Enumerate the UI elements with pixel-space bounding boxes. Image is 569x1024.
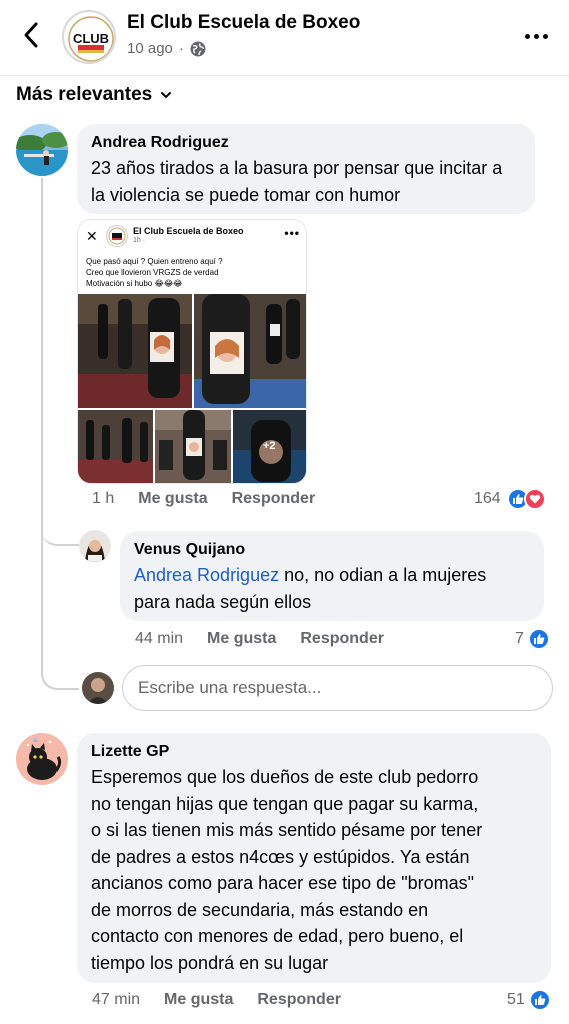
reply-time[interactable]: 44 min — [135, 630, 183, 648]
comment-author[interactable]: Andrea Rodriguez — [91, 134, 521, 152]
current-user-avatar — [82, 672, 114, 704]
comment-actions: 1 h Me gusta Responder — [92, 490, 315, 508]
avatar[interactable] — [16, 733, 68, 785]
attachment-photo — [78, 410, 153, 483]
comment-line: contacto con menores de edad, pero bueno… — [91, 926, 464, 946]
thread-branch-input — [41, 500, 79, 690]
like-button[interactable]: Me gusta — [207, 630, 276, 648]
avatar[interactable] — [79, 530, 111, 562]
attachment-page-name: El Club Escuela de Boxeo — [133, 226, 244, 236]
reaction-count: 51 — [507, 991, 525, 1008]
reply-author[interactable]: Venus Quijano — [134, 541, 530, 559]
more-photos-count: +2 — [263, 440, 276, 452]
avatar[interactable] — [16, 124, 68, 176]
comment-text: 23 años tirados a la basura por pensar q… — [91, 158, 503, 205]
comment-line: no tengan hijas que tengan que pagar su … — [91, 793, 479, 814]
chevron-left-icon — [24, 22, 38, 48]
meta-dot: · — [178, 40, 184, 57]
love-reaction-icon — [523, 488, 546, 510]
attachment-logo — [106, 225, 128, 247]
reaction-summary[interactable]: 51 — [507, 989, 551, 1011]
reply-text: Andrea Rodriguez no, no odian a la mujer… — [134, 562, 530, 615]
mention-link[interactable]: Andrea Rodriguez — [134, 565, 279, 585]
comment-text: Esperemos que los dueños de este club pe… — [91, 764, 537, 976]
reply-bubble[interactable]: Venus Quijano Andrea Rodriguez no, no od… — [120, 531, 544, 621]
reaction-summary[interactable]: 164 — [474, 488, 546, 510]
more-dots-icon — [524, 33, 530, 39]
reply-button[interactable]: Responder — [300, 630, 384, 648]
attachment-photo — [78, 294, 192, 408]
post-meta: 10 ago · — [127, 40, 206, 57]
reply-input-placeholder: Escribe una respuesta... — [138, 678, 322, 697]
like-button[interactable]: Me gusta — [138, 490, 207, 508]
attachment-line: Creo que llovieron VRGZS de verdad — [86, 268, 219, 277]
post-header: CLUB El Club Escuela de Boxeo 10 ago · — [0, 0, 569, 76]
attachment-more-icon: ••• — [284, 226, 300, 240]
back-button[interactable] — [14, 18, 48, 52]
like-reaction-icon — [528, 989, 551, 1011]
comment-time[interactable]: 1 h — [92, 490, 114, 508]
comment-attachment-image[interactable]: ✕ El Club Escuela de Boxeo 1h · ••• Que … — [77, 219, 307, 484]
close-icon: ✕ — [86, 228, 98, 244]
page-logo[interactable]: CLUB — [62, 10, 116, 64]
comment-line: o si las tienen mis más sentido pésame p… — [91, 820, 483, 840]
sort-label: Más relevantes — [16, 84, 153, 105]
reply-button[interactable]: Responder — [232, 490, 316, 508]
comment-line: ancianos como para hacer ese tipo de "br… — [91, 873, 474, 893]
reply-input[interactable]: Escribe una respuesta... — [122, 665, 553, 711]
attachment-line: Motivación si hubo 😂😂😂 — [86, 279, 183, 288]
like-reaction-icon — [527, 628, 550, 650]
comment-bubble[interactable]: Andrea Rodriguez 23 años tirados a la ba… — [77, 124, 535, 214]
reaction-count: 7 — [515, 630, 524, 647]
like-button[interactable]: Me gusta — [164, 991, 233, 1009]
reply-button[interactable]: Responder — [257, 991, 341, 1009]
attachment-photo — [155, 410, 231, 483]
chevron-down-icon — [161, 92, 172, 99]
comment-line: de morros de secundaria, más estando en — [91, 899, 429, 920]
attachment-header: ✕ El Club Escuela de Boxeo 1h · ••• — [78, 220, 306, 250]
comment-line: de padres a estos n4cœs y estúpidos. Ya … — [91, 846, 470, 867]
comment-time[interactable]: 47 min — [92, 991, 140, 1009]
globe-icon — [190, 41, 206, 56]
reply-text-line2: para nada según ellos — [134, 591, 312, 612]
attachment-time: 1h · — [133, 237, 146, 244]
reply-text-line1: no, no odian a la mujeres — [279, 565, 487, 585]
comment-bubble[interactable]: Lizette GP Esperemos que los dueños de e… — [77, 733, 551, 983]
reply-actions: 44 min Me gusta Responder — [135, 630, 384, 648]
attachment-line: Que pasó aquí ? Quien entreno aquí ? — [86, 257, 223, 266]
comment-actions: 47 min Me gusta Responder — [92, 991, 341, 1009]
attachment-text: Que pasó aquí ? Quien entreno aquí ? Cre… — [86, 256, 301, 289]
comment-line: tiempo los pondrá en su lugar — [91, 952, 329, 973]
comment-sort-dropdown[interactable]: Más relevantes — [16, 84, 172, 106]
page-title[interactable]: El Club Escuela de Boxeo — [127, 12, 360, 34]
reaction-count: 164 — [474, 490, 501, 507]
more-options-button[interactable] — [521, 26, 551, 46]
attachment-photo-more[interactable]: +2 — [233, 410, 306, 483]
comment-line: Esperemos que los dueños de este club pe… — [91, 767, 479, 787]
reaction-summary[interactable]: 7 — [515, 628, 550, 650]
comment-author[interactable]: Lizette GP — [91, 743, 537, 761]
thread-line — [41, 178, 43, 516]
attachment-photo — [194, 294, 306, 408]
post-time[interactable]: 10 ago — [127, 40, 173, 57]
logo-text: CLUB — [73, 31, 109, 46]
